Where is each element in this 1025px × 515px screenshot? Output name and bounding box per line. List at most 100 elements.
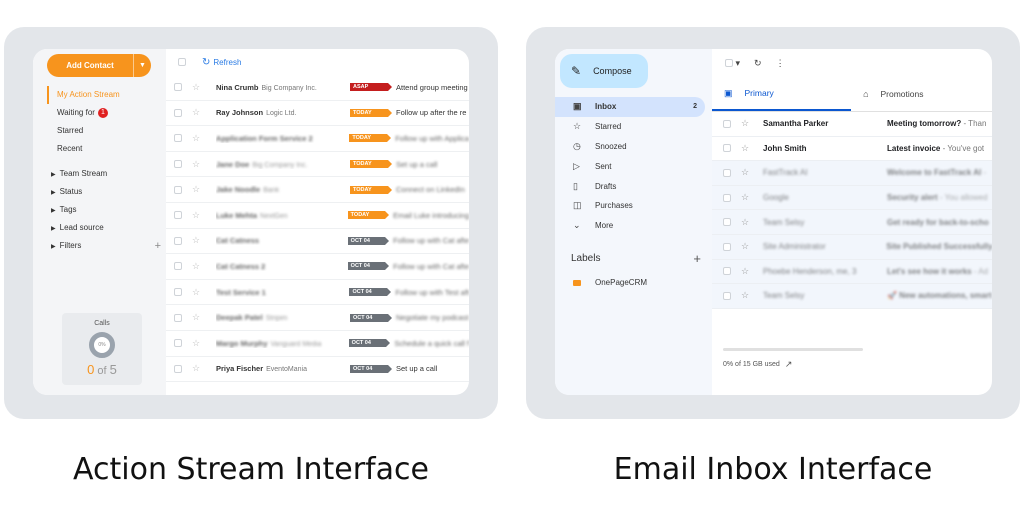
star-icon[interactable]: ☆ (192, 210, 202, 221)
message-row[interactable]: ☆ Phoebe Henderson, me, 3 Let's see how it… (712, 259, 992, 285)
star-icon[interactable]: ☆ (741, 241, 751, 252)
tab-primary[interactable]: ▣ Primary (712, 77, 852, 111)
star-icon[interactable]: ☆ (192, 338, 202, 349)
next-action[interactable]: Follow up with Cat afte (393, 236, 469, 245)
row-checkbox[interactable] (723, 144, 731, 153)
table-row[interactable]: ☆ Jake Noodle Bank TODAY Connect on LinkedIn (166, 177, 469, 203)
table-row[interactable]: ☆ Priya Fischer EventoMania OCT 04 Set up a … (166, 357, 469, 383)
star-icon[interactable]: ☆ (741, 118, 751, 129)
row-checkbox[interactable] (174, 262, 182, 271)
star-icon[interactable]: ☆ (192, 184, 202, 195)
row-checkbox[interactable] (723, 291, 731, 300)
star-icon[interactable]: ☆ (741, 143, 751, 154)
contact-name[interactable]: Cat Catness 2 (216, 262, 266, 271)
group-status[interactable]: ▶ Status (47, 183, 159, 201)
contact-name[interactable]: Margo Murphy (216, 339, 268, 348)
row-checkbox[interactable] (174, 185, 182, 194)
star-icon[interactable]: ☆ (192, 133, 202, 144)
row-checkbox[interactable] (174, 339, 182, 348)
contact-name[interactable]: Cat Catness (216, 236, 259, 245)
contact-name[interactable]: Jane Doe (216, 160, 249, 169)
star-icon[interactable]: ☆ (192, 312, 202, 323)
folder-inbox[interactable]: ▣ Inbox 2 (555, 97, 705, 117)
folder-drafts[interactable]: ▯ Drafts (555, 176, 705, 196)
table-row[interactable]: ☆ Margo Murphy Vanguard Media OCT 04 Schedul… (166, 331, 469, 357)
star-icon[interactable]: ☆ (192, 159, 202, 170)
contact-name[interactable]: Deepak Patel (216, 313, 263, 322)
star-icon[interactable]: ☆ (192, 107, 202, 118)
row-checkbox[interactable] (723, 218, 731, 227)
star-icon[interactable]: ☆ (192, 363, 202, 374)
group-tags[interactable]: ▶ Tags (47, 201, 159, 219)
next-action[interactable]: Set up a call (396, 160, 437, 169)
folder-sent[interactable]: ▷ Sent (555, 156, 705, 176)
contact-name[interactable]: Nina Crumb (216, 83, 259, 92)
add-label-icon[interactable]: + (693, 251, 701, 266)
table-row[interactable]: ☆ Luke Mehta NextGen TODAY Email Luke introd… (166, 203, 469, 229)
next-action[interactable]: Negotiate my podcast (396, 313, 469, 322)
next-action[interactable]: Set up a call (396, 364, 437, 373)
next-action[interactable]: Email Luke introducing (393, 211, 469, 220)
next-action[interactable]: Follow up after the re (396, 108, 466, 117)
row-checkbox[interactable] (174, 134, 182, 143)
next-action[interactable]: Connect on LinkedIn (396, 185, 465, 194)
next-action[interactable]: Follow up with Cat afte (393, 262, 469, 271)
message-row[interactable]: ☆ Google Security alert - You allowed (712, 185, 992, 211)
row-checkbox[interactable] (174, 313, 182, 322)
star-icon[interactable]: ☆ (741, 290, 751, 301)
next-action[interactable]: Follow up with Test aft (395, 288, 469, 297)
nav-item-my-action-stream[interactable]: My Action Stream (47, 86, 159, 104)
table-row[interactable]: ☆ Cat Catness OCT 04 Follow up with Cat aft… (166, 229, 469, 255)
message-row[interactable]: ☆ Team Selsy 🚀 New automations, smart (712, 284, 992, 309)
caret-down-icon[interactable]: ▼ (134, 62, 151, 69)
table-row[interactable]: ☆ Application Form Service 2 TODAY Follow u… (166, 126, 469, 152)
contact-name[interactable]: Ray Johnson (216, 108, 263, 117)
folder-snoozed[interactable]: ◷ Snoozed (555, 137, 705, 157)
folder-purchases[interactable]: ◫ Purchases (555, 196, 705, 216)
star-icon[interactable]: ☆ (192, 82, 202, 93)
add-contact-button[interactable]: Add Contact ▼ (47, 54, 151, 77)
contact-name[interactable]: Test Service 1 (216, 288, 266, 297)
message-row[interactable]: ☆ Site Administrator Site Published Succes… (712, 234, 992, 260)
table-row[interactable]: ☆ Jane Doe Big Company Inc. TODAY Set up a c… (166, 152, 469, 178)
table-row[interactable]: ☆ Nina Crumb Big Company Inc. ASAP Attend gr… (166, 75, 469, 101)
message-row[interactable]: ☆ John Smith Latest invoice - You've got (712, 136, 992, 162)
star-icon[interactable]: ☆ (741, 217, 751, 228)
star-icon[interactable]: ☆ (192, 261, 202, 272)
label-item-onepagecrm[interactable]: OnePageCRM (573, 278, 647, 287)
star-icon[interactable]: ☆ (741, 266, 751, 277)
tab-promotions[interactable]: ⌂ Promotions (851, 77, 992, 111)
open-in-new-icon[interactable]: ↗ (785, 359, 793, 370)
nav-item-waiting-for[interactable]: Waiting for 1 (47, 104, 159, 122)
next-action[interactable]: Follow up with Applica (395, 134, 469, 143)
group-lead-source[interactable]: ▶ Lead source (47, 219, 159, 237)
nav-item-recent[interactable]: Recent (47, 140, 159, 158)
refresh-icon[interactable]: ↻ (754, 58, 762, 69)
row-checkbox[interactable] (174, 236, 182, 245)
row-checkbox[interactable] (174, 160, 182, 169)
nav-item-starred[interactable]: Starred (47, 122, 159, 140)
row-checkbox[interactable] (723, 193, 731, 202)
row-checkbox[interactable] (723, 168, 731, 177)
row-checkbox[interactable] (723, 267, 731, 276)
select-all-checkbox[interactable] (178, 58, 186, 66)
contact-name[interactable]: Jake Noodle (216, 185, 260, 194)
star-icon[interactable]: ☆ (741, 192, 751, 203)
folder-starred[interactable]: ☆ Starred (555, 117, 705, 137)
more-vert-icon[interactable]: ⋮ (776, 58, 785, 69)
row-checkbox[interactable] (174, 211, 182, 220)
next-action[interactable]: Attend group meeting (396, 83, 468, 92)
table-row[interactable]: ☆ Ray Johnson Logic Ltd. TODAY Follow up aft… (166, 101, 469, 127)
row-checkbox[interactable] (174, 364, 182, 373)
star-icon[interactable]: ☆ (192, 235, 202, 246)
row-checkbox[interactable] (174, 108, 182, 117)
compose-button[interactable]: ✎ Compose (560, 54, 648, 88)
message-row[interactable]: ☆ FastTrack AI Welcome to FastTrack AI - (712, 161, 992, 186)
group-filters[interactable]: ▶ Filters + (47, 237, 161, 255)
select-checkbox-dropdown[interactable]: ▾ (725, 58, 740, 69)
table-row[interactable]: ☆ Deepak Patel Stripim OCT 04 Negotiate my p… (166, 305, 469, 331)
contact-name[interactable]: Application Form Service 2 (216, 134, 313, 143)
message-row[interactable]: ☆ Team Selsy Get ready for back-to-scho (712, 210, 992, 235)
folder-more[interactable]: ⌄ More (555, 216, 705, 236)
row-checkbox[interactable] (723, 242, 731, 251)
